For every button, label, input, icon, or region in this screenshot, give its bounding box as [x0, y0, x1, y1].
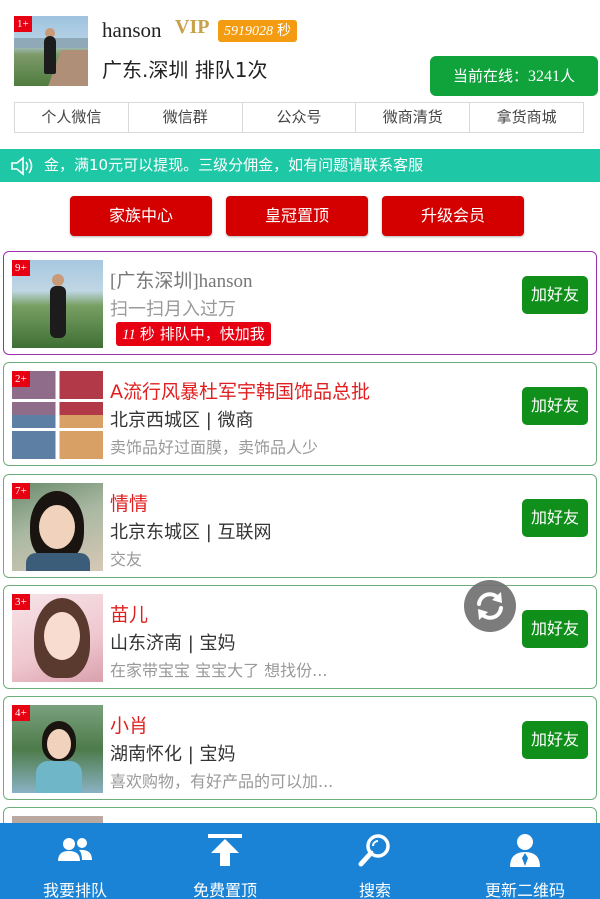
- online-count-button[interactable]: 当前在线：3241人: [430, 56, 598, 96]
- seconds-unit: 秒: [277, 23, 291, 39]
- tab-personal-wechat[interactable]: 个人微信: [15, 103, 129, 132]
- bottom-nav-label: 更新二维码: [484, 881, 565, 899]
- add-friend-button[interactable]: 加好友: [522, 387, 588, 425]
- user-thumbnail: 2+: [12, 371, 103, 459]
- rank-badge: 9+: [12, 260, 30, 276]
- user-icon: [510, 834, 540, 867]
- bottom-nav-label: 搜索: [358, 881, 391, 899]
- notice-bar: 金，满10元可以提现。三级分佣金，如有问题请联系客服: [0, 149, 600, 182]
- notice-text: 金，满10元可以提现。三级分佣金，如有问题请联系客服: [44, 156, 424, 174]
- user-thumbnail: 7+: [12, 483, 103, 571]
- add-friend-button[interactable]: 加好友: [522, 276, 588, 314]
- users-icon: [58, 838, 92, 861]
- category-tabs: 个人微信 微信群 公众号 微商清货 拿货商城: [14, 102, 584, 133]
- item-description: 卖饰品好过面膜，卖饰品人少: [110, 438, 319, 457]
- item-description: 喜欢购物，有好产品的可以加...: [110, 772, 334, 791]
- crown-top-button[interactable]: 皇冠置顶: [226, 196, 368, 236]
- refresh-button[interactable]: [464, 580, 516, 632]
- bottom-nav-label: 我要排队: [42, 881, 107, 899]
- item-title: 情情: [110, 493, 149, 515]
- location-status: 广东.深圳 排队1次: [102, 58, 268, 82]
- add-friend-button[interactable]: 加好友: [522, 610, 588, 648]
- rank-badge: 1+: [14, 16, 32, 32]
- online-count: 3241: [528, 68, 560, 85]
- tab-mall[interactable]: 拿货商城: [470, 103, 583, 132]
- bottom-nav-label: 免费置顶: [192, 881, 257, 899]
- family-center-button[interactable]: 家族中心: [70, 196, 212, 236]
- seconds-value: 5919028: [224, 24, 273, 39]
- queue-seconds: 11: [122, 327, 136, 343]
- tab-clearance[interactable]: 微商清货: [356, 103, 471, 132]
- bottom-nav-free-top[interactable]: 免费置顶: [150, 823, 300, 899]
- online-label: 当前在线：: [452, 67, 528, 85]
- vip-label: VIP: [175, 16, 210, 38]
- item-title: [广东深圳]hanson: [110, 271, 253, 292]
- list-item[interactable]: 7+ 情情 北京东城区 | 互联网 交友 加好友: [3, 474, 597, 578]
- bottom-nav-update-qrcode[interactable]: 更新二维码: [450, 823, 600, 899]
- speaker-icon: [11, 156, 33, 176]
- item-title: 苗儿: [110, 604, 149, 626]
- tab-wechat-group[interactable]: 微信群: [129, 103, 243, 132]
- item-subtitle: 北京西城区 | 微商: [110, 410, 254, 431]
- user-thumbnail: 9+: [12, 260, 103, 348]
- online-unit: 人: [560, 67, 576, 85]
- list-item[interactable]: 9+ [广东深圳]hanson 扫一扫月入过万 11 秒 排队中，快加我 加好友: [3, 251, 597, 355]
- rank-badge: 3+: [12, 594, 30, 610]
- list-item[interactable]: 2+ A流行风暴杜军宇韩国饰品总批 北京西城区 | 微商 卖饰品好过面膜，卖饰品…: [3, 362, 597, 466]
- add-friend-button[interactable]: 加好友: [522, 499, 588, 537]
- user-thumbnail: 3+: [12, 594, 103, 682]
- upload-top-icon: [208, 834, 242, 866]
- bottom-nav-queue[interactable]: 我要排队: [0, 823, 150, 899]
- item-description: 交友: [110, 550, 143, 569]
- item-subtitle: 湖南怀化 | 宝妈: [110, 744, 236, 765]
- item-title: 小肖: [110, 715, 149, 737]
- profile-avatar[interactable]: 1+: [14, 16, 88, 86]
- user-thumbnail: 4+: [12, 705, 103, 793]
- item-subtitle: 山东济南 | 宝妈: [110, 633, 236, 654]
- queue-unit: 秒: [139, 325, 155, 343]
- upgrade-member-button[interactable]: 升级会员: [382, 196, 524, 236]
- user-name: hanson: [102, 18, 162, 42]
- list-item[interactable]: 4+ 小肖 湖南怀化 | 宝妈 喜欢购物，有好产品的可以加... 加好友: [3, 696, 597, 800]
- profile-header: 1+ hanson VIP 5919028 秒 广东.深圳 排队1次 当前在线：3…: [0, 0, 600, 100]
- rank-badge: 4+: [12, 705, 30, 721]
- bottom-nav: 我要排队 免费置顶 搜索 更新二维码: [0, 823, 600, 899]
- item-title: A流行风暴杜军宇韩国饰品总批: [110, 381, 370, 403]
- add-friend-button[interactable]: 加好友: [522, 721, 588, 759]
- bottom-nav-search[interactable]: 搜索: [300, 823, 450, 899]
- rank-badge: 2+: [12, 371, 30, 387]
- seconds-badge: 5919028 秒: [218, 20, 297, 42]
- rank-badge: 7+: [12, 483, 30, 499]
- item-subtitle: 扫一扫月入过万: [110, 299, 236, 320]
- tab-official-account[interactable]: 公众号: [243, 103, 357, 132]
- refresh-icon: [477, 592, 503, 620]
- queue-text: 排队中，快加我: [159, 325, 265, 343]
- item-subtitle: 北京东城区 | 互联网: [110, 522, 272, 543]
- queue-status-badge: 11 秒 排队中，快加我: [116, 322, 271, 346]
- item-description: 在家带宝宝 宝宝大了 想找份...: [110, 661, 328, 680]
- search-icon: [358, 834, 390, 867]
